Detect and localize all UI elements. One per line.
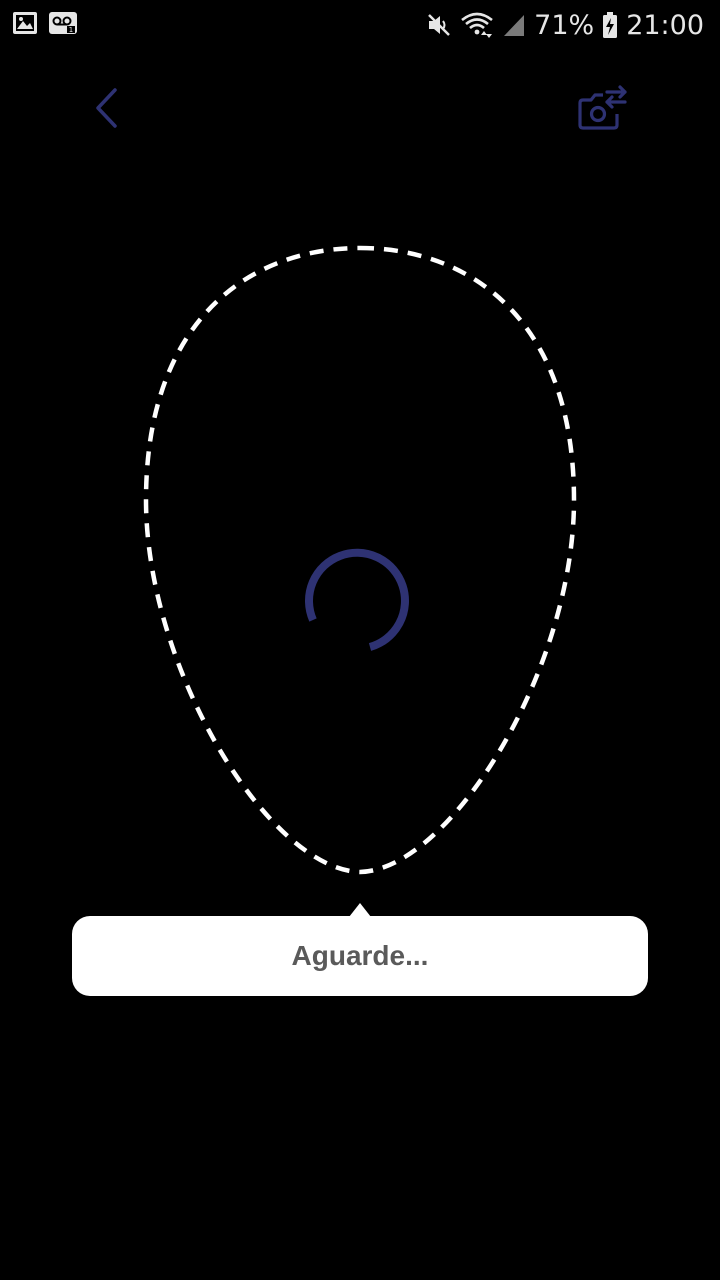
voicemail-icon: 1	[48, 11, 78, 35]
camera-screen: 1 71% 21:00 Aguarde...	[0, 0, 720, 1280]
loading-spinner-icon	[305, 548, 409, 651]
switch-camera-button[interactable]	[572, 80, 634, 136]
chevron-left-icon	[96, 88, 117, 128]
signal-icon	[502, 12, 526, 38]
image-icon	[12, 11, 38, 35]
status-bar: 1 71% 21:00	[0, 0, 720, 50]
svg-text:1: 1	[69, 26, 73, 34]
battery-charging-icon	[602, 11, 618, 39]
status-left-icons: 1	[12, 11, 78, 35]
back-button[interactable]	[78, 80, 134, 136]
mute-icon	[426, 12, 452, 38]
wifi-icon	[460, 11, 494, 39]
status-right-icons: 71% 21:00	[426, 6, 704, 44]
battery-percent: 71%	[534, 9, 595, 41]
camera-switch-icon	[578, 85, 627, 130]
tooltip-message: Aguarde...	[291, 940, 429, 971]
status-tooltip: Aguarde...	[72, 916, 648, 996]
clock-time: 21:00	[626, 9, 704, 41]
tooltip-arrow	[349, 903, 371, 917]
